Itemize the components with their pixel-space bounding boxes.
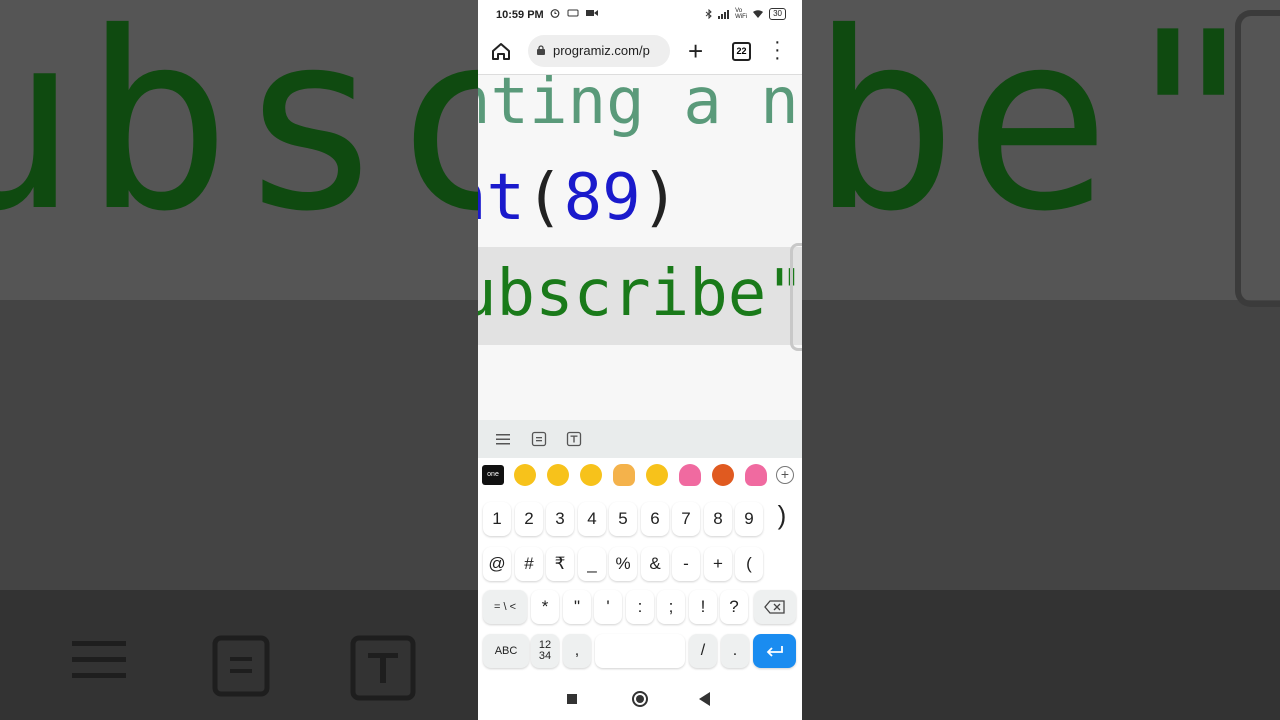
key-more-symbols[interactable]: = \ <	[483, 590, 527, 624]
key-6[interactable]: 6	[641, 502, 669, 536]
heart-emoji-icon[interactable]	[745, 464, 767, 486]
numpad-label-bottom: 34	[538, 650, 552, 662]
pleading-emoji-icon[interactable]	[580, 464, 602, 486]
status-notification-icons	[550, 8, 598, 21]
recents-button[interactable]	[567, 694, 577, 704]
vowifi-label: Vo WiFi	[735, 8, 748, 20]
key-plus[interactable]: +	[704, 547, 732, 581]
key-1[interactable]: 1	[483, 502, 511, 536]
key-rupee[interactable]: ₹	[546, 547, 574, 581]
key-9[interactable]: 9	[735, 502, 763, 536]
space-bar[interactable]	[595, 634, 685, 668]
address-bar[interactable]: programiz.com/p	[528, 35, 670, 67]
key-question[interactable]: ?	[720, 590, 748, 624]
code-open-paren: (	[525, 161, 564, 235]
code-number: 89	[563, 161, 641, 235]
code-string-line[interactable]: ubscribe"	[478, 257, 802, 331]
code-print-line: nt(89)	[478, 161, 679, 235]
key-5[interactable]: 5	[609, 502, 637, 536]
home-button[interactable]	[632, 691, 648, 707]
status-time: 10:59 PM	[496, 9, 544, 21]
bg-text-icon	[350, 635, 416, 701]
key-7[interactable]: 7	[672, 502, 700, 536]
key-open-paren[interactable]: (	[735, 547, 763, 581]
key-abc[interactable]: ABC	[483, 634, 529, 668]
lock-icon	[537, 45, 545, 55]
phone-screen: 10:59 PM Vo WiFi 30 programiz.com/p + 22…	[478, 0, 802, 720]
android-nav-bar	[478, 678, 802, 720]
key-dot[interactable]: .	[721, 634, 749, 668]
bluetooth-icon	[705, 9, 712, 19]
key-3[interactable]: 3	[546, 502, 574, 536]
key-at[interactable]: @	[483, 547, 511, 581]
key-hash[interactable]: #	[515, 547, 543, 581]
key-single-quote[interactable]: '	[594, 590, 622, 624]
key-slash[interactable]: /	[689, 634, 717, 668]
code-function-name: nt	[478, 161, 526, 235]
key-percent[interactable]: %	[609, 547, 637, 581]
clipboard-icon[interactable]	[531, 431, 547, 447]
key-close-paren[interactable]: )	[768, 498, 796, 532]
grin-emoji-icon[interactable]	[547, 464, 569, 486]
key-ampersand[interactable]: &	[641, 547, 669, 581]
two-hearts-emoji-icon[interactable]	[679, 464, 701, 486]
key-comma[interactable]: ,	[563, 634, 591, 668]
alarm-icon	[550, 9, 560, 18]
key-double-quote[interactable]: "	[563, 590, 591, 624]
backspace-key[interactable]	[754, 590, 796, 624]
oneui-app-icon[interactable]: one	[482, 465, 504, 485]
key-exclamation[interactable]: !	[689, 590, 717, 624]
browser-toolbar: programiz.com/p + 22 · · ·	[478, 30, 802, 74]
url-text: programiz.com/p	[553, 43, 650, 58]
code-comment-line: nting a n	[478, 74, 799, 139]
keyboard-toolbar	[478, 420, 802, 458]
joy-emoji-icon[interactable]	[646, 464, 668, 486]
status-bar: 10:59 PM Vo WiFi 30	[478, 0, 802, 30]
emoji-suggestion-row: one +	[478, 458, 802, 492]
bg-clipboard-icon	[212, 635, 270, 697]
text-format-icon[interactable]	[566, 431, 582, 447]
key-2[interactable]: 2	[515, 502, 543, 536]
key-semicolon[interactable]: ;	[657, 590, 685, 624]
home-icon[interactable]	[490, 40, 512, 62]
bg-align-icon	[72, 641, 126, 678]
signal-icon	[718, 10, 730, 19]
web-page-content: nting a n nt(89) ubscribe"	[478, 74, 802, 421]
key-8[interactable]: 8	[704, 502, 732, 536]
horizontal-scroll-handle[interactable]	[790, 243, 802, 351]
cursing-emoji-icon[interactable]	[712, 464, 734, 486]
key-minus[interactable]: -	[672, 547, 700, 581]
bg-scrollbar-shape	[1235, 10, 1280, 307]
enter-key[interactable]	[753, 634, 796, 668]
backspace-icon	[764, 600, 785, 614]
more-menu-icon[interactable]: · · ·	[774, 32, 781, 68]
keyboard-notify-icon	[567, 9, 579, 17]
code-close-paren: )	[640, 161, 680, 235]
key-asterisk[interactable]: *	[531, 590, 559, 624]
video-icon	[585, 10, 598, 16]
add-emoji-icon[interactable]: +	[776, 466, 794, 484]
heart-eyes-emoji-icon[interactable]	[514, 464, 536, 486]
battery-indicator: 30	[769, 8, 786, 20]
key-colon[interactable]: :	[626, 590, 654, 624]
enter-icon	[766, 646, 783, 657]
new-tab-icon[interactable]: +	[688, 36, 703, 67]
folded-hands-emoji-icon[interactable]	[613, 464, 635, 486]
keyboard: 1 2 3 4 5 6 7 8 9 ) @ # ₹ _ % & - + ( = …	[478, 492, 802, 678]
bg-code-text-right: be"	[810, 0, 1271, 265]
tab-switcher-button[interactable]: 22	[732, 42, 751, 61]
status-right-icons: Vo WiFi 30	[705, 8, 786, 20]
key-numpad-toggle[interactable]: 12 34	[531, 634, 559, 668]
text-align-icon[interactable]	[495, 431, 511, 447]
key-4[interactable]: 4	[578, 502, 606, 536]
back-button[interactable]	[699, 692, 710, 706]
key-underscore[interactable]: _	[578, 547, 606, 581]
bg-code-text-left: ubsc	[0, 0, 545, 265]
wifi-icon	[753, 10, 764, 18]
